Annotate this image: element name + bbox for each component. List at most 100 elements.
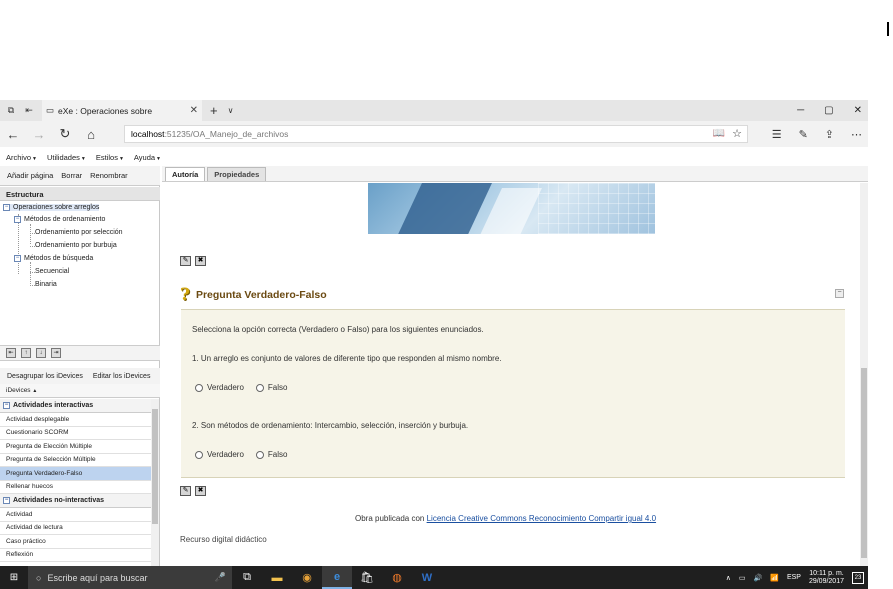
rename-button[interactable]: Renombrar — [90, 171, 128, 180]
radio-true-q2[interactable] — [195, 450, 203, 459]
url-field[interactable]: localhost:51235/OA_Manejo_de_archivos 📖 … — [124, 125, 748, 143]
delete-x-icon[interactable]: ✖ — [195, 256, 206, 266]
delete-button[interactable]: Borrar — [61, 171, 82, 180]
back-icon[interactable]: ← — [0, 127, 26, 142]
tree-node-root[interactable]: − Operaciones sobre arreglos — [3, 204, 100, 211]
edit-pencil-icon[interactable]: ✎ — [180, 486, 191, 496]
move-down-icon[interactable]: ↓ — [36, 348, 46, 358]
tree-node-label: Métodos de búsqueda — [24, 255, 94, 262]
menu-archivo[interactable]: Archivo▼ — [6, 153, 37, 162]
question-mark-icon: ? — [180, 285, 190, 305]
idevice-item[interactable]: Rellenar huecos — [0, 481, 151, 494]
idevice-group-interactive[interactable]: − Actividades interactivas — [0, 399, 151, 413]
share-icon[interactable]: ⇪ — [825, 128, 834, 141]
network-icon[interactable]: 📶 — [770, 574, 779, 582]
language-indicator[interactable]: ESP — [787, 574, 801, 581]
new-tab-button[interactable]: + — [210, 103, 218, 118]
node-move-toolbar: ⇤ ↑ ↓ ⇥ — [0, 345, 160, 361]
clock[interactable]: 10:11 p. m. 29/09/2017 — [809, 570, 844, 586]
tree-node-secuencial[interactable]: Secuencial — [35, 268, 69, 275]
windows-start-icon[interactable]: ⊞ — [0, 572, 28, 583]
notifications-icon[interactable]: 23 — [852, 571, 864, 584]
chrome-icon[interactable]: ◉ — [292, 566, 322, 589]
tree-node-busqueda[interactable]: − Métodos de búsqueda — [14, 255, 93, 262]
license-link[interactable]: Licencia Creative Commons Reconocimiento… — [427, 514, 656, 523]
favorites-hub-icon[interactable]: ☰ — [772, 128, 782, 141]
store-icon[interactable]: 🛍 — [352, 566, 382, 589]
more-icon[interactable]: ⋯ — [851, 128, 862, 141]
edit-pencil-icon[interactable]: ✎ — [180, 256, 191, 266]
tab-autoria[interactable]: Autoría — [165, 167, 206, 181]
forward-icon[interactable]: → — [26, 127, 52, 142]
tree-node-label: Operaciones sobre arreglos — [13, 204, 100, 211]
tree-node-seleccion[interactable]: Ordenamiento por selección — [35, 229, 123, 236]
collapse-icon[interactable]: − — [3, 402, 10, 409]
question-1-text: 1. Un arreglo es conjunto de valores de … — [192, 354, 502, 363]
edge-icon[interactable]: e — [322, 566, 352, 589]
microphone-icon[interactable]: 🎤 — [215, 572, 226, 583]
idevice-item[interactable]: Reflexión — [0, 549, 151, 562]
menu-estilos[interactable]: Estilos▼ — [96, 153, 124, 162]
firefox-icon[interactable]: ◍ — [382, 566, 412, 589]
page-icon: ▭ — [46, 105, 55, 115]
task-view-icon[interactable]: ⧉ — [232, 566, 262, 589]
menu-ayuda[interactable]: Ayuda▼ — [134, 153, 161, 162]
tree-node-binaria[interactable]: Binaria — [35, 281, 57, 288]
collapse-icon[interactable]: − — [14, 216, 21, 223]
file-explorer-icon[interactable]: ▬ — [262, 566, 292, 589]
idevice-group-noninteractive[interactable]: − Actividades no-interactivas — [0, 494, 151, 508]
tab-close-icon[interactable]: ✕ — [190, 105, 198, 116]
radio-false-q1[interactable] — [255, 383, 264, 392]
home-icon[interactable]: ⌂ — [78, 127, 104, 142]
idevice-item[interactable]: Actividad de lectura — [0, 522, 151, 535]
collapse-icon[interactable]: − — [3, 497, 10, 504]
idevices-header[interactable]: iDevices ▲ — [0, 384, 160, 398]
idevice-item[interactable]: Pregunta de Selección Múltiple — [0, 454, 151, 467]
collapse-icon[interactable]: − — [14, 255, 21, 262]
minimize-icon[interactable]: ─ — [797, 105, 804, 116]
show-hidden-icons-icon[interactable]: ∧ — [726, 574, 731, 582]
tab-propiedades[interactable]: Propiedades — [207, 167, 267, 181]
tabs-aside-icon[interactable]: ⇤ — [22, 104, 36, 118]
tab-actions-icon[interactable]: ⧉ — [4, 104, 18, 118]
tree-node-ordenamiento[interactable]: − Métodos de ordenamiento — [14, 216, 105, 223]
promote-icon[interactable]: ⇤ — [6, 348, 16, 358]
tab-preview-chevron-icon[interactable]: ∨ — [228, 106, 234, 115]
add-page-button[interactable]: Añadir página — [7, 171, 53, 180]
favorite-star-icon[interactable]: ☆ — [732, 127, 742, 140]
radio-true-q1[interactable] — [195, 383, 203, 392]
app-menu-bar: Archivo▼ Utilidades▼ Estilos▼ Ayuda▼ — [0, 150, 868, 164]
browser-tab-title: eXe : Operaciones sobre — [58, 105, 153, 116]
instructions-text: Selecciona la opción correcta (Verdadero… — [192, 325, 484, 334]
refresh-icon[interactable]: ↻ — [52, 126, 78, 142]
word-icon[interactable]: W — [412, 566, 442, 589]
idevice-item[interactable]: Actividad — [0, 508, 151, 522]
true-false-question-box: Selecciona la opción correcta (Verdadero… — [181, 309, 845, 478]
idevice-item[interactable]: Cuestionario SCORM — [0, 427, 151, 440]
idevice-item[interactable]: Pregunta de Elección Múltiple — [0, 440, 151, 454]
browser-tab[interactable]: ▭ eXe : Operaciones sobre ✕ — [42, 100, 202, 121]
battery-icon[interactable]: ▭ — [739, 574, 746, 582]
menu-utilidades[interactable]: Utilidades▼ — [47, 153, 86, 162]
ungroup-idevices-button[interactable]: Desagrupar los iDevices — [7, 373, 83, 380]
radio-false-q2[interactable] — [255, 450, 264, 459]
delete-x-icon[interactable]: ✖ — [195, 486, 206, 496]
demote-icon[interactable]: ⇥ — [51, 348, 61, 358]
volume-icon[interactable]: 🔊 — [754, 574, 763, 582]
edit-idevices-button[interactable]: Editar los iDevices — [93, 373, 151, 380]
idevices-scrollbar[interactable] — [151, 399, 159, 566]
web-note-icon[interactable]: ✎ — [799, 128, 808, 141]
tree-node-burbuja[interactable]: Ordenamiento por burbuja — [35, 242, 117, 249]
idevice-item[interactable]: Actividad desplegable — [0, 413, 151, 427]
move-up-icon[interactable]: ↑ — [21, 348, 31, 358]
taskbar-search[interactable]: ○ Escribe aquí para buscar 🎤 — [28, 566, 232, 589]
address-bar: ← → ↻ ⌂ localhost:51235/OA_Manejo_de_arc… — [0, 121, 868, 147]
collapse-icon[interactable]: − — [3, 204, 10, 211]
maximize-icon[interactable]: ▢ — [824, 105, 833, 116]
close-window-icon[interactable]: ✕ — [854, 105, 862, 116]
idevice-item[interactable]: Caso práctico — [0, 535, 151, 549]
reading-view-icon[interactable]: 📖 — [713, 128, 725, 139]
content-scrollbar[interactable] — [860, 183, 868, 566]
idevice-item-selected[interactable]: Pregunta Verdadero-Falso — [0, 467, 151, 481]
minimize-idevice-icon[interactable]: − — [835, 289, 844, 298]
